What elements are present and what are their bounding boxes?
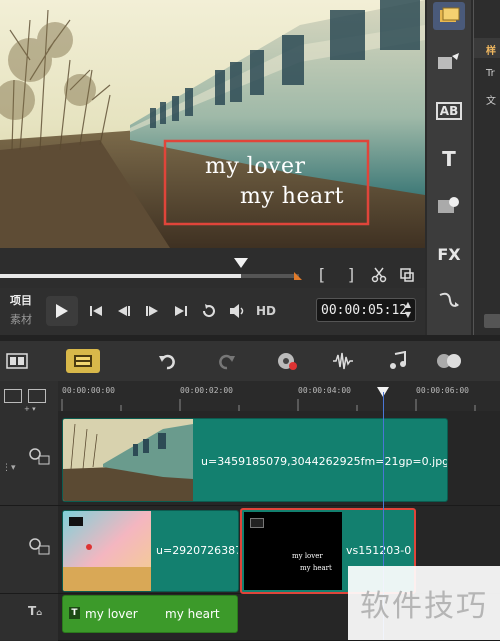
ruler-tick-1: 00:00:02:00: [180, 386, 233, 395]
graphic-icon[interactable]: [433, 192, 465, 220]
overlay-clip-2-text1: my lover: [292, 552, 323, 560]
library-item-2[interactable]: Tr: [486, 68, 495, 79]
clip-mode-label[interactable]: 素材: [10, 311, 32, 327]
record-capture-icon[interactable]: [274, 349, 300, 373]
ruler-tick-2: 00:00:04:00: [298, 386, 351, 395]
storyboard-view-icon[interactable]: [4, 349, 30, 373]
go-to-start-icon[interactable]: [86, 302, 106, 320]
video-track-icon[interactable]: [28, 447, 50, 469]
title-clip-label-2: my heart: [165, 607, 220, 621]
scissors-icon[interactable]: [368, 264, 390, 286]
volume-icon[interactable]: [227, 301, 249, 321]
video-clip-name: u=3459185079,3044262925fm=21gp=0.jpg: [201, 455, 448, 468]
auto-music-icon[interactable]: [386, 349, 412, 373]
timecode-stepper[interactable]: ▲ ▼: [402, 300, 414, 320]
title-track-icon[interactable]: T⌂: [28, 604, 42, 618]
scrub-area: [ ]: [0, 248, 425, 288]
overlay-clip-2-text2: my heart: [300, 564, 332, 572]
mark-out-button[interactable]: ]: [343, 264, 359, 284]
timeline-toolbar: [0, 341, 500, 382]
title-icon[interactable]: T: [433, 145, 465, 173]
fx-icon[interactable]: FX: [433, 240, 465, 268]
path-icon[interactable]: [433, 286, 465, 314]
overlay-clip-2-name: vs151203-0: [346, 544, 412, 557]
library-tools-strip: AB T FX: [427, 0, 471, 335]
video-clip-thumbnail: [63, 419, 193, 501]
go-to-end-icon[interactable]: [171, 302, 191, 320]
title-clip-label: my lover: [85, 607, 138, 621]
overlay-track-icon[interactable]: [28, 537, 50, 559]
preview-title-line2[interactable]: my heart: [240, 184, 344, 209]
preview-window: my lover my heart: [0, 0, 425, 248]
library-item-3[interactable]: 文: [486, 92, 496, 107]
scrub-handle[interactable]: [234, 258, 248, 268]
overlay-clip-1-thumbnail: [63, 511, 151, 591]
undo-icon[interactable]: [154, 349, 180, 373]
transition-icon[interactable]: [433, 48, 465, 76]
timecode-field[interactable]: 00:00:05:12: [316, 298, 416, 322]
repeat-icon[interactable]: [199, 301, 219, 321]
play-button[interactable]: [46, 296, 78, 326]
ruler-tick-0: 00:00:00:00: [62, 386, 115, 395]
enlarge-icon[interactable]: [396, 264, 418, 286]
library-scroll-button[interactable]: [484, 314, 500, 328]
overlay-clip-1-name: u=2920726387: [156, 544, 239, 557]
track-expand-icon[interactable]: ⋮▾: [2, 463, 16, 473]
hd-toggle[interactable]: HD: [254, 301, 278, 321]
preview-image: [0, 0, 425, 248]
title-clip[interactable]: T my lover my heart: [62, 595, 238, 633]
watermark: 软件技巧: [348, 566, 500, 640]
timeline-ruler[interactable]: + ▾ 00:00:00:00 00:00:02:00 00:00:04:00 …: [0, 381, 500, 413]
overlay-clip-2-thumbnail: my lover my heart: [244, 512, 342, 590]
ruler-ticks: [61, 399, 476, 411]
trim-end-marker[interactable]: [294, 272, 302, 280]
title-clip-icon: T: [69, 607, 80, 619]
scrub-progress: [0, 274, 241, 278]
redo-icon[interactable]: [214, 349, 240, 373]
project-mode-label[interactable]: 项目: [10, 292, 32, 308]
instant-project-icon[interactable]: [433, 2, 465, 30]
previous-frame-icon[interactable]: [114, 302, 134, 320]
overlay-clip-1[interactable]: u=2920726387: [62, 510, 239, 592]
next-frame-icon[interactable]: [142, 302, 162, 320]
graphic-ab-icon[interactable]: AB: [433, 97, 465, 125]
library-item-1[interactable]: 样: [486, 42, 496, 57]
video-clip[interactable]: u=3459185079,3044262925fm=21gp=0.jpg: [62, 418, 448, 502]
timeline-view-icon[interactable]: [66, 349, 100, 373]
preview-title-line1[interactable]: my lover: [205, 154, 306, 179]
motion-tracking-icon[interactable]: [436, 349, 462, 373]
ruler-tick-3: 00:00:06:00: [416, 386, 469, 395]
track-headers: ⋮▾ T⌂: [0, 411, 59, 640]
track-manager-icon[interactable]: [4, 389, 22, 403]
sound-mixer-icon[interactable]: [330, 349, 356, 373]
mark-in-button[interactable]: [: [314, 264, 330, 284]
title-thumb-icon: [250, 518, 264, 528]
library-panel: 样 Tr 文: [473, 0, 500, 335]
chapter-icon[interactable]: [28, 389, 46, 403]
